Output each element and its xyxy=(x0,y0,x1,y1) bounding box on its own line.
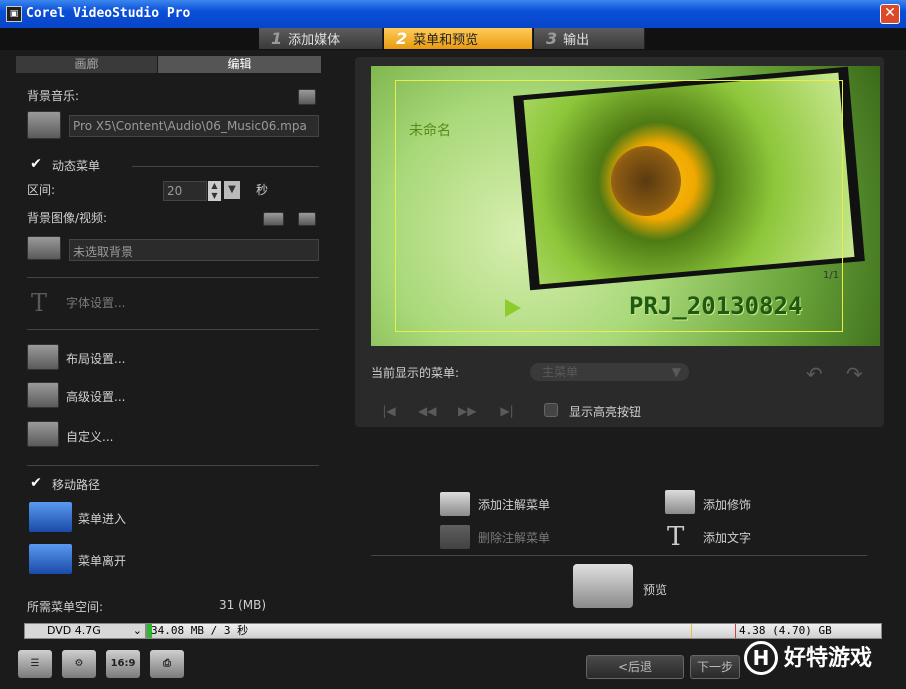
bg-image-label: 背景图像/视频: xyxy=(27,211,108,225)
advanced-settings-button[interactable]: 高级设置... xyxy=(66,388,125,405)
bg-image-field[interactable]: 未选取背景 xyxy=(69,239,319,261)
preview-tv-icon[interactable] xyxy=(573,564,633,608)
tab-gallery[interactable]: 画廊 xyxy=(16,56,157,73)
menu-in-thumbnail[interactable] xyxy=(29,502,72,532)
current-menu-dropdown[interactable]: 主菜单 ▼ xyxy=(530,363,689,381)
preview-button[interactable]: 预览 xyxy=(643,581,667,598)
bg-music-path[interactable]: Pro X5\Content\Audio\06_Music06.mpa xyxy=(69,115,319,137)
project-title[interactable]: PRJ_20130824 xyxy=(629,292,802,320)
add-text-button[interactable]: 添加文字 xyxy=(703,529,751,546)
page-number: 1/1 xyxy=(823,270,840,281)
font-settings-button[interactable]: 字体设置... xyxy=(66,294,125,311)
music-note-icon[interactable] xyxy=(27,111,61,139)
marker-line xyxy=(691,624,692,638)
gear-icon[interactable]: ⚙ xyxy=(62,650,96,678)
first-menu-icon[interactable]: |◀ xyxy=(380,402,398,420)
duration-dropdown-icon[interactable]: ▼ xyxy=(224,181,240,199)
space-value: 31 (MB) xyxy=(219,598,267,612)
prev-menu-icon[interactable]: ◀◀ xyxy=(418,402,436,420)
layout-settings-button[interactable]: 布局设置... xyxy=(66,350,125,367)
add-decoration-icon[interactable] xyxy=(665,490,695,514)
disc-type-select[interactable]: DVD 4.7G ⌄ xyxy=(24,623,146,639)
advanced-icon[interactable] xyxy=(27,382,59,408)
customize-button[interactable]: 自定义... xyxy=(66,428,113,445)
disc-type-value: DVD 4.7G xyxy=(47,624,101,637)
delete-note-menu-button[interactable]: 删除注解菜单 xyxy=(478,529,550,546)
bg-music-label: 背景音乐: xyxy=(27,89,80,103)
step-add-media[interactable]: 1 添加媒体 xyxy=(259,28,383,49)
text-t-icon: T xyxy=(31,289,48,317)
add-text-icon[interactable]: T xyxy=(667,522,695,552)
tab-edit[interactable]: 编辑 xyxy=(158,56,321,73)
motion-path-checkbox[interactable]: ✔ xyxy=(29,476,43,490)
duration-stepper[interactable]: ▲ ▼ xyxy=(208,181,221,201)
link-icon[interactable] xyxy=(298,212,316,226)
last-menu-icon[interactable]: ▶| xyxy=(498,402,516,420)
aspect-ratio-button[interactable]: 16:9 xyxy=(106,650,140,678)
disc-used-text: 34.08 MB / 3 秒 xyxy=(151,624,249,637)
divider xyxy=(27,465,319,466)
chevron-down-icon: ⌄ xyxy=(132,624,142,637)
customize-icon[interactable] xyxy=(27,421,59,447)
disc-capacity-text: 4.38 (4.70) GB xyxy=(739,624,832,637)
add-decoration-button[interactable]: 添加修饰 xyxy=(703,496,751,513)
next-button[interactable]: 下一步 xyxy=(690,655,740,679)
duration-unit: 秒 xyxy=(256,183,269,197)
redo-icon[interactable]: ↷ xyxy=(846,362,868,386)
fit-icon[interactable] xyxy=(263,212,284,226)
divider xyxy=(132,166,319,167)
duration-label: 区间: xyxy=(27,183,56,197)
printer-icon[interactable]: ⎙ xyxy=(150,650,184,678)
divider xyxy=(27,277,319,278)
menu-list-icon[interactable]: ☰ xyxy=(18,650,52,678)
show-highlight-label: 显示高亮按钮 xyxy=(569,405,642,419)
step-output[interactable]: 3 输出 xyxy=(534,28,645,49)
menu-in-label: 菜单进入 xyxy=(78,512,127,526)
add-note-menu-button[interactable]: 添加注解菜单 xyxy=(478,496,550,513)
back-button[interactable]: <后退 xyxy=(586,655,684,679)
motion-menu-checkbox[interactable]: ✔ xyxy=(29,157,43,171)
current-menu-value: 主菜单 xyxy=(542,365,579,379)
close-button[interactable]: ✕ xyxy=(880,4,900,24)
layout-icon[interactable] xyxy=(27,344,59,370)
monitor-icon[interactable] xyxy=(27,236,61,260)
marker-line xyxy=(735,624,736,638)
menu-out-thumbnail[interactable] xyxy=(29,544,72,574)
next-menu-icon[interactable]: ▶▶ xyxy=(458,402,476,420)
divider xyxy=(371,555,867,556)
music-list-icon[interactable] xyxy=(298,89,316,105)
add-note-menu-icon[interactable] xyxy=(440,492,470,516)
step-menu-preview[interactable]: 2 菜单和预览 xyxy=(384,28,533,49)
window-title: Corel VideoStudio Pro xyxy=(26,6,191,21)
chevron-down-icon: ▼ xyxy=(671,365,681,379)
undo-icon[interactable]: ↶ xyxy=(806,362,828,386)
space-label: 所需菜单空间: xyxy=(27,600,104,614)
divider xyxy=(27,329,319,330)
watermark-logo: H xyxy=(744,641,778,675)
show-highlight-checkbox[interactable] xyxy=(544,403,558,417)
app-icon[interactable]: ▣ xyxy=(6,6,22,22)
motion-menu-label: 动态菜单 xyxy=(52,159,101,173)
disc-usage-bar: 34.08 MB / 3 秒 4.38 (4.70) GB xyxy=(146,623,882,639)
delete-note-menu-icon xyxy=(440,525,470,549)
duration-input[interactable]: 20 xyxy=(163,181,207,201)
play-icon[interactable] xyxy=(505,299,521,317)
menu-title[interactable]: 未命名 xyxy=(409,120,451,140)
preview-screen: 未命名 1/1 PRJ_20130824 xyxy=(371,66,880,346)
menu-out-label: 菜单离开 xyxy=(78,554,127,568)
watermark-text: 好特游戏 xyxy=(784,646,873,671)
motion-path-label: 移动路径 xyxy=(52,478,101,492)
current-menu-label: 当前显示的菜单: xyxy=(371,366,460,380)
